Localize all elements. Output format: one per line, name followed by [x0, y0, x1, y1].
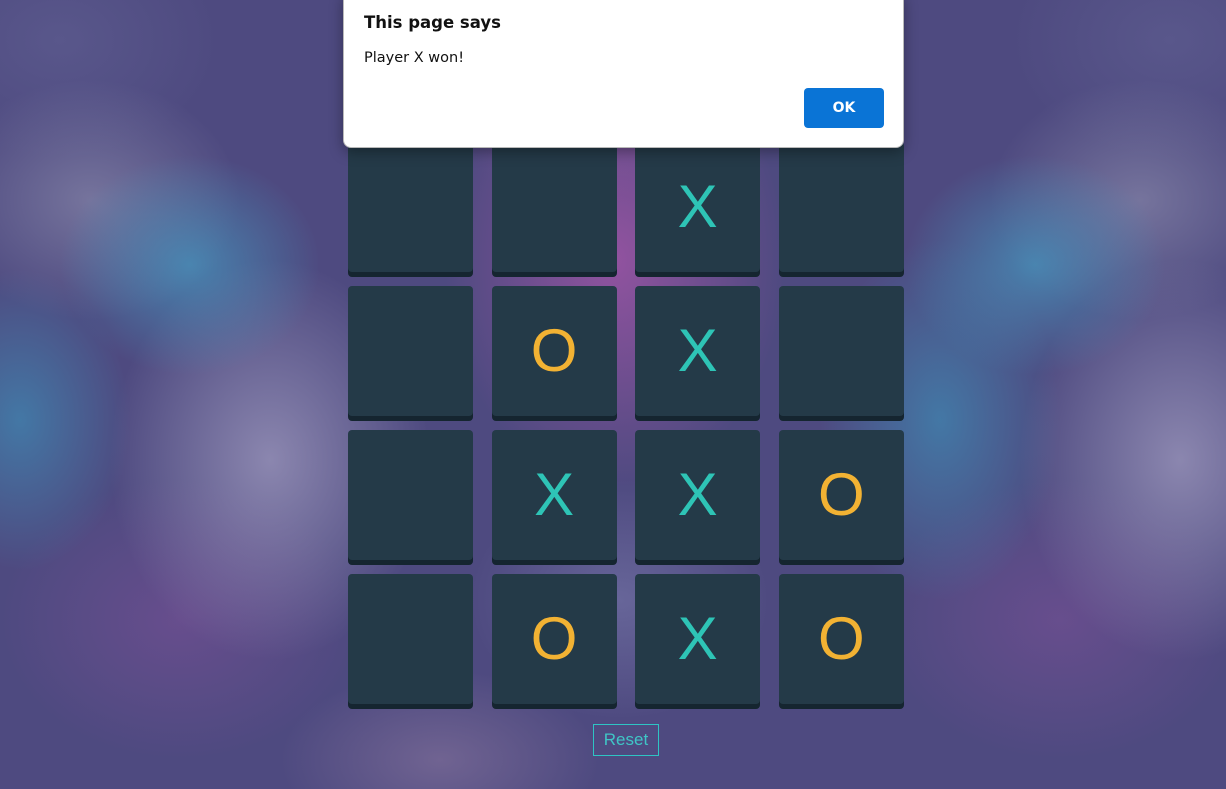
- board-cell[interactable]: O: [778, 574, 904, 704]
- reset-button[interactable]: Reset: [593, 724, 659, 756]
- board-cell[interactable]: [778, 286, 904, 416]
- alert-title: This page says: [364, 13, 501, 32]
- board-cell[interactable]: [348, 286, 473, 416]
- board-cell[interactable]: O: [491, 286, 617, 416]
- board-cell[interactable]: O: [778, 430, 904, 560]
- board-cell[interactable]: X: [491, 430, 617, 560]
- board-cell[interactable]: O: [491, 574, 617, 704]
- board-cell[interactable]: X: [635, 430, 761, 560]
- ok-button[interactable]: OK: [804, 88, 884, 128]
- board-cell[interactable]: [491, 142, 617, 272]
- board-cell[interactable]: X: [635, 574, 761, 704]
- alert-dialog: This page says Player X won! OK: [343, 0, 904, 148]
- board-cell[interactable]: [348, 574, 473, 704]
- board-cell[interactable]: X: [635, 286, 761, 416]
- board-cell[interactable]: [348, 430, 473, 560]
- alert-message: Player X won!: [364, 50, 465, 66]
- board-cell[interactable]: [778, 142, 904, 272]
- board-cell[interactable]: [348, 142, 473, 272]
- game-board: X O X X X O O X O: [348, 142, 904, 704]
- board-cell[interactable]: X: [635, 142, 761, 272]
